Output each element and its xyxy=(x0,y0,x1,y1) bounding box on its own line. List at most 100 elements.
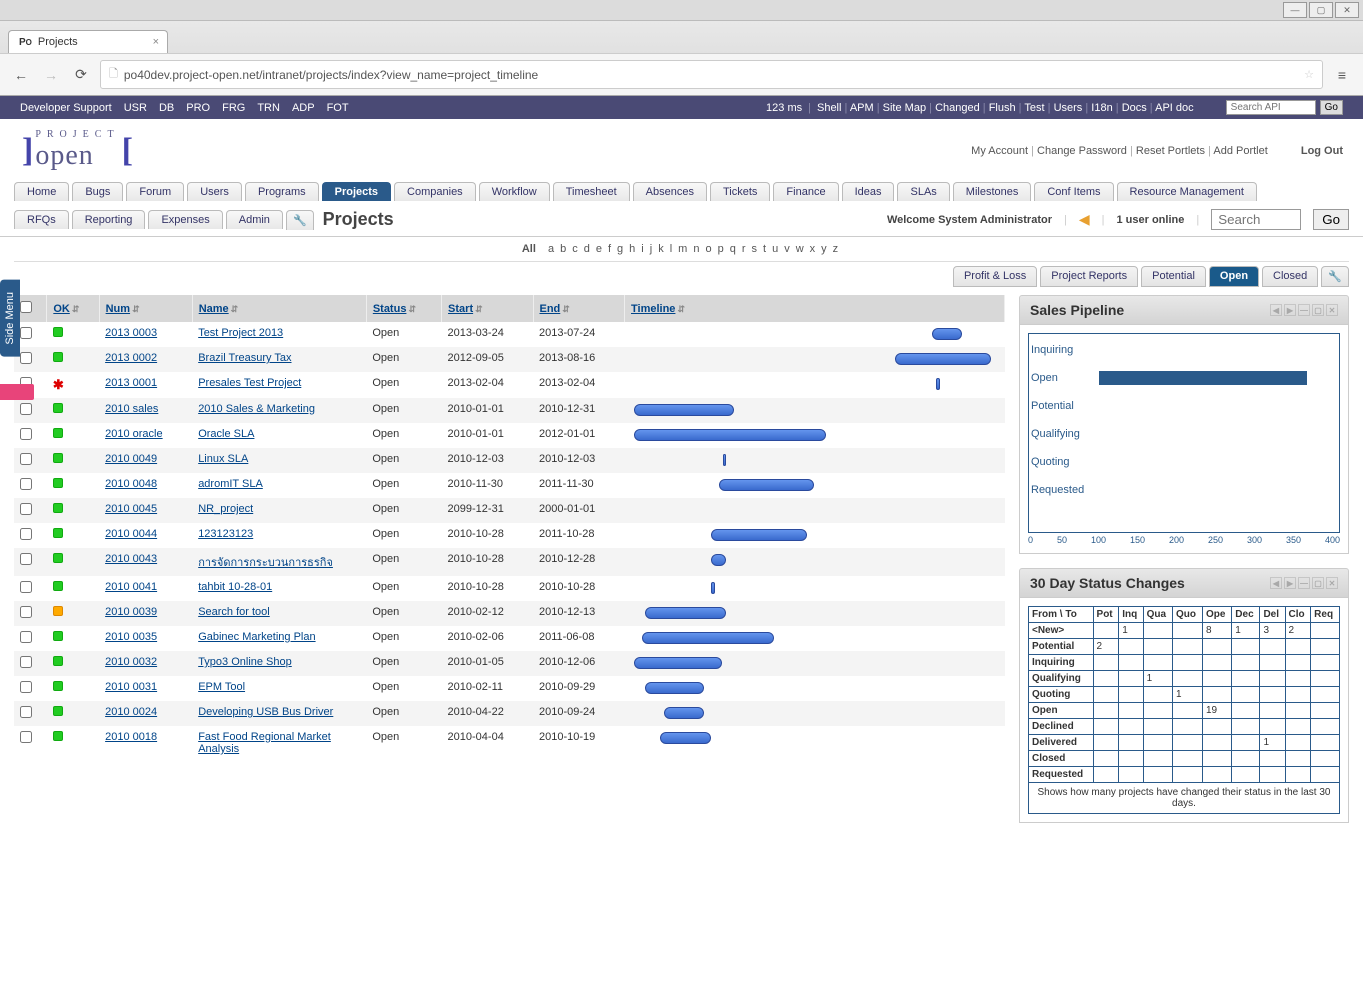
nav-tab[interactable]: Reporting xyxy=(72,210,146,229)
project-name-link[interactable]: Fast Food Regional Market Analysis xyxy=(198,731,331,755)
dev-link[interactable]: Site Map xyxy=(883,102,926,114)
nav-tab[interactable]: Finance xyxy=(773,182,838,201)
alpha-filter-letter[interactable]: e xyxy=(596,243,602,255)
row-checkbox[interactable] xyxy=(20,478,32,490)
alpha-filter-letter[interactable]: k xyxy=(658,243,664,255)
col-end[interactable]: End⇵ xyxy=(533,295,625,322)
nav-tab[interactable]: Expenses xyxy=(148,210,222,229)
menu-button[interactable]: ≡ xyxy=(1331,64,1353,86)
nav-tab[interactable]: Admin xyxy=(226,210,283,229)
project-num-link[interactable]: 2010 0024 xyxy=(105,706,157,718)
project-num-link[interactable]: 2013 0002 xyxy=(105,352,157,364)
row-checkbox[interactable] xyxy=(20,327,32,339)
nav-tab[interactable]: Absences xyxy=(633,182,707,201)
row-checkbox[interactable] xyxy=(20,528,32,540)
portlet-controls[interactable]: ◀▶—▢✕ xyxy=(1270,304,1338,316)
project-name-link[interactable]: การจัดการกระบวนการธรกิจ xyxy=(198,557,333,569)
project-name-link[interactable]: Presales Test Project xyxy=(198,377,301,389)
project-name-link[interactable]: Oracle SLA xyxy=(198,428,254,440)
nav-tab[interactable]: Conf Items xyxy=(1034,182,1113,201)
alpha-filter-letter[interactable]: a xyxy=(548,243,554,255)
nav-tab[interactable]: Projects xyxy=(322,182,391,201)
header-link[interactable]: My Account xyxy=(971,145,1028,157)
minimize-button[interactable]: — xyxy=(1283,2,1307,18)
row-checkbox[interactable] xyxy=(20,428,32,440)
address-bar[interactable]: 🗋 ☆ xyxy=(100,60,1323,89)
nav-tab[interactable]: Forum xyxy=(126,182,184,201)
dev-link[interactable]: USR xyxy=(124,102,147,114)
alpha-filter-letter[interactable]: v xyxy=(784,243,790,255)
dev-link[interactable]: FOT xyxy=(327,102,349,114)
project-name-link[interactable]: EPM Tool xyxy=(198,681,245,693)
header-link[interactable]: Change Password xyxy=(1037,145,1127,157)
dev-link[interactable]: PRO xyxy=(186,102,210,114)
alpha-filter-letter[interactable]: d xyxy=(584,243,590,255)
search-api-go[interactable]: Go xyxy=(1320,100,1343,115)
project-num-link[interactable]: 2010 0049 xyxy=(105,453,157,465)
side-menu-toggle[interactable]: Side Menu xyxy=(0,280,20,357)
col-status[interactable]: Status⇵ xyxy=(366,295,441,322)
project-name-link[interactable]: Linux SLA xyxy=(198,453,248,465)
close-tab-icon[interactable]: × xyxy=(153,36,159,48)
nav-tab[interactable]: Home xyxy=(14,182,69,201)
dev-link[interactable]: FRG xyxy=(222,102,245,114)
alpha-filter-letter[interactable]: l xyxy=(670,243,672,255)
row-checkbox[interactable] xyxy=(20,656,32,668)
project-name-link[interactable]: NR_project xyxy=(198,503,253,515)
alpha-filter-letter[interactable]: o xyxy=(705,243,711,255)
row-checkbox[interactable] xyxy=(20,581,32,593)
dev-link[interactable]: Changed xyxy=(935,102,980,114)
nav-tab[interactable]: SLAs xyxy=(897,182,949,201)
project-num-link[interactable]: 2010 0041 xyxy=(105,581,157,593)
project-num-link[interactable]: 2013 0001 xyxy=(105,377,157,389)
nav-tab[interactable]: Resource Management xyxy=(1117,182,1257,201)
dev-link[interactable]: ADP xyxy=(292,102,315,114)
col-timeline[interactable]: Timeline⇵ xyxy=(625,295,1005,322)
row-checkbox[interactable] xyxy=(20,681,32,693)
star-icon[interactable]: ☆ xyxy=(1304,68,1314,81)
alpha-filter-letter[interactable]: p xyxy=(718,243,724,255)
dev-link[interactable]: APM xyxy=(850,102,874,114)
project-num-link[interactable]: 2010 0045 xyxy=(105,503,157,515)
nav-tab[interactable]: Programs xyxy=(245,182,319,201)
row-checkbox[interactable] xyxy=(20,706,32,718)
nav-wrench-icon[interactable]: 🔧 xyxy=(286,210,314,230)
close-window-button[interactable]: ✕ xyxy=(1335,2,1359,18)
project-num-link[interactable]: 2010 0044 xyxy=(105,528,157,540)
nav-tab[interactable]: Tickets xyxy=(710,182,770,201)
project-num-link[interactable]: 2010 0035 xyxy=(105,631,157,643)
project-num-link[interactable]: 2010 0039 xyxy=(105,606,157,618)
dev-link[interactable]: I18n xyxy=(1091,102,1112,114)
subtab[interactable]: Potential xyxy=(1141,266,1206,287)
project-num-link[interactable]: 2010 oracle xyxy=(105,428,163,440)
header-link[interactable]: Add Portlet xyxy=(1213,145,1267,157)
project-name-link[interactable]: Typo3 Online Shop xyxy=(198,656,292,668)
select-all-checkbox[interactable] xyxy=(20,301,32,313)
project-name-link[interactable]: tahbit 10-28-01 xyxy=(198,581,272,593)
search-api-input[interactable] xyxy=(1226,100,1316,115)
header-link[interactable]: Reset Portlets xyxy=(1136,145,1205,157)
alpha-filter-letter[interactable]: r xyxy=(742,243,746,255)
row-checkbox[interactable] xyxy=(20,352,32,364)
row-checkbox[interactable] xyxy=(20,453,32,465)
alpha-filter-letter[interactable]: n xyxy=(693,243,699,255)
dev-link[interactable]: Test xyxy=(1024,102,1044,114)
dev-link[interactable]: Docs xyxy=(1122,102,1147,114)
alpha-filter-letter[interactable]: b xyxy=(560,243,566,255)
project-name-link[interactable]: Brazil Treasury Tax xyxy=(198,352,291,364)
dev-link[interactable]: Users xyxy=(1054,102,1083,114)
project-name-link[interactable]: Gabinec Marketing Plan xyxy=(198,631,315,643)
forward-button[interactable]: → xyxy=(40,64,62,86)
maximize-button[interactable]: ▢ xyxy=(1309,2,1333,18)
nav-tab[interactable]: Timesheet xyxy=(553,182,630,201)
project-name-link[interactable]: Search for tool xyxy=(198,606,270,618)
subtab[interactable]: Closed xyxy=(1262,266,1318,287)
project-name-link[interactable]: Test Project 2013 xyxy=(198,327,283,339)
row-checkbox[interactable] xyxy=(20,503,32,515)
alpha-filter-letter[interactable]: h xyxy=(629,243,635,255)
subtab-settings-icon[interactable]: 🔧 xyxy=(1321,266,1349,287)
row-checkbox[interactable] xyxy=(20,731,32,743)
nav-tab[interactable]: Milestones xyxy=(953,182,1032,201)
url-input[interactable] xyxy=(124,68,1298,82)
bell-icon[interactable]: ◀ xyxy=(1079,211,1090,228)
